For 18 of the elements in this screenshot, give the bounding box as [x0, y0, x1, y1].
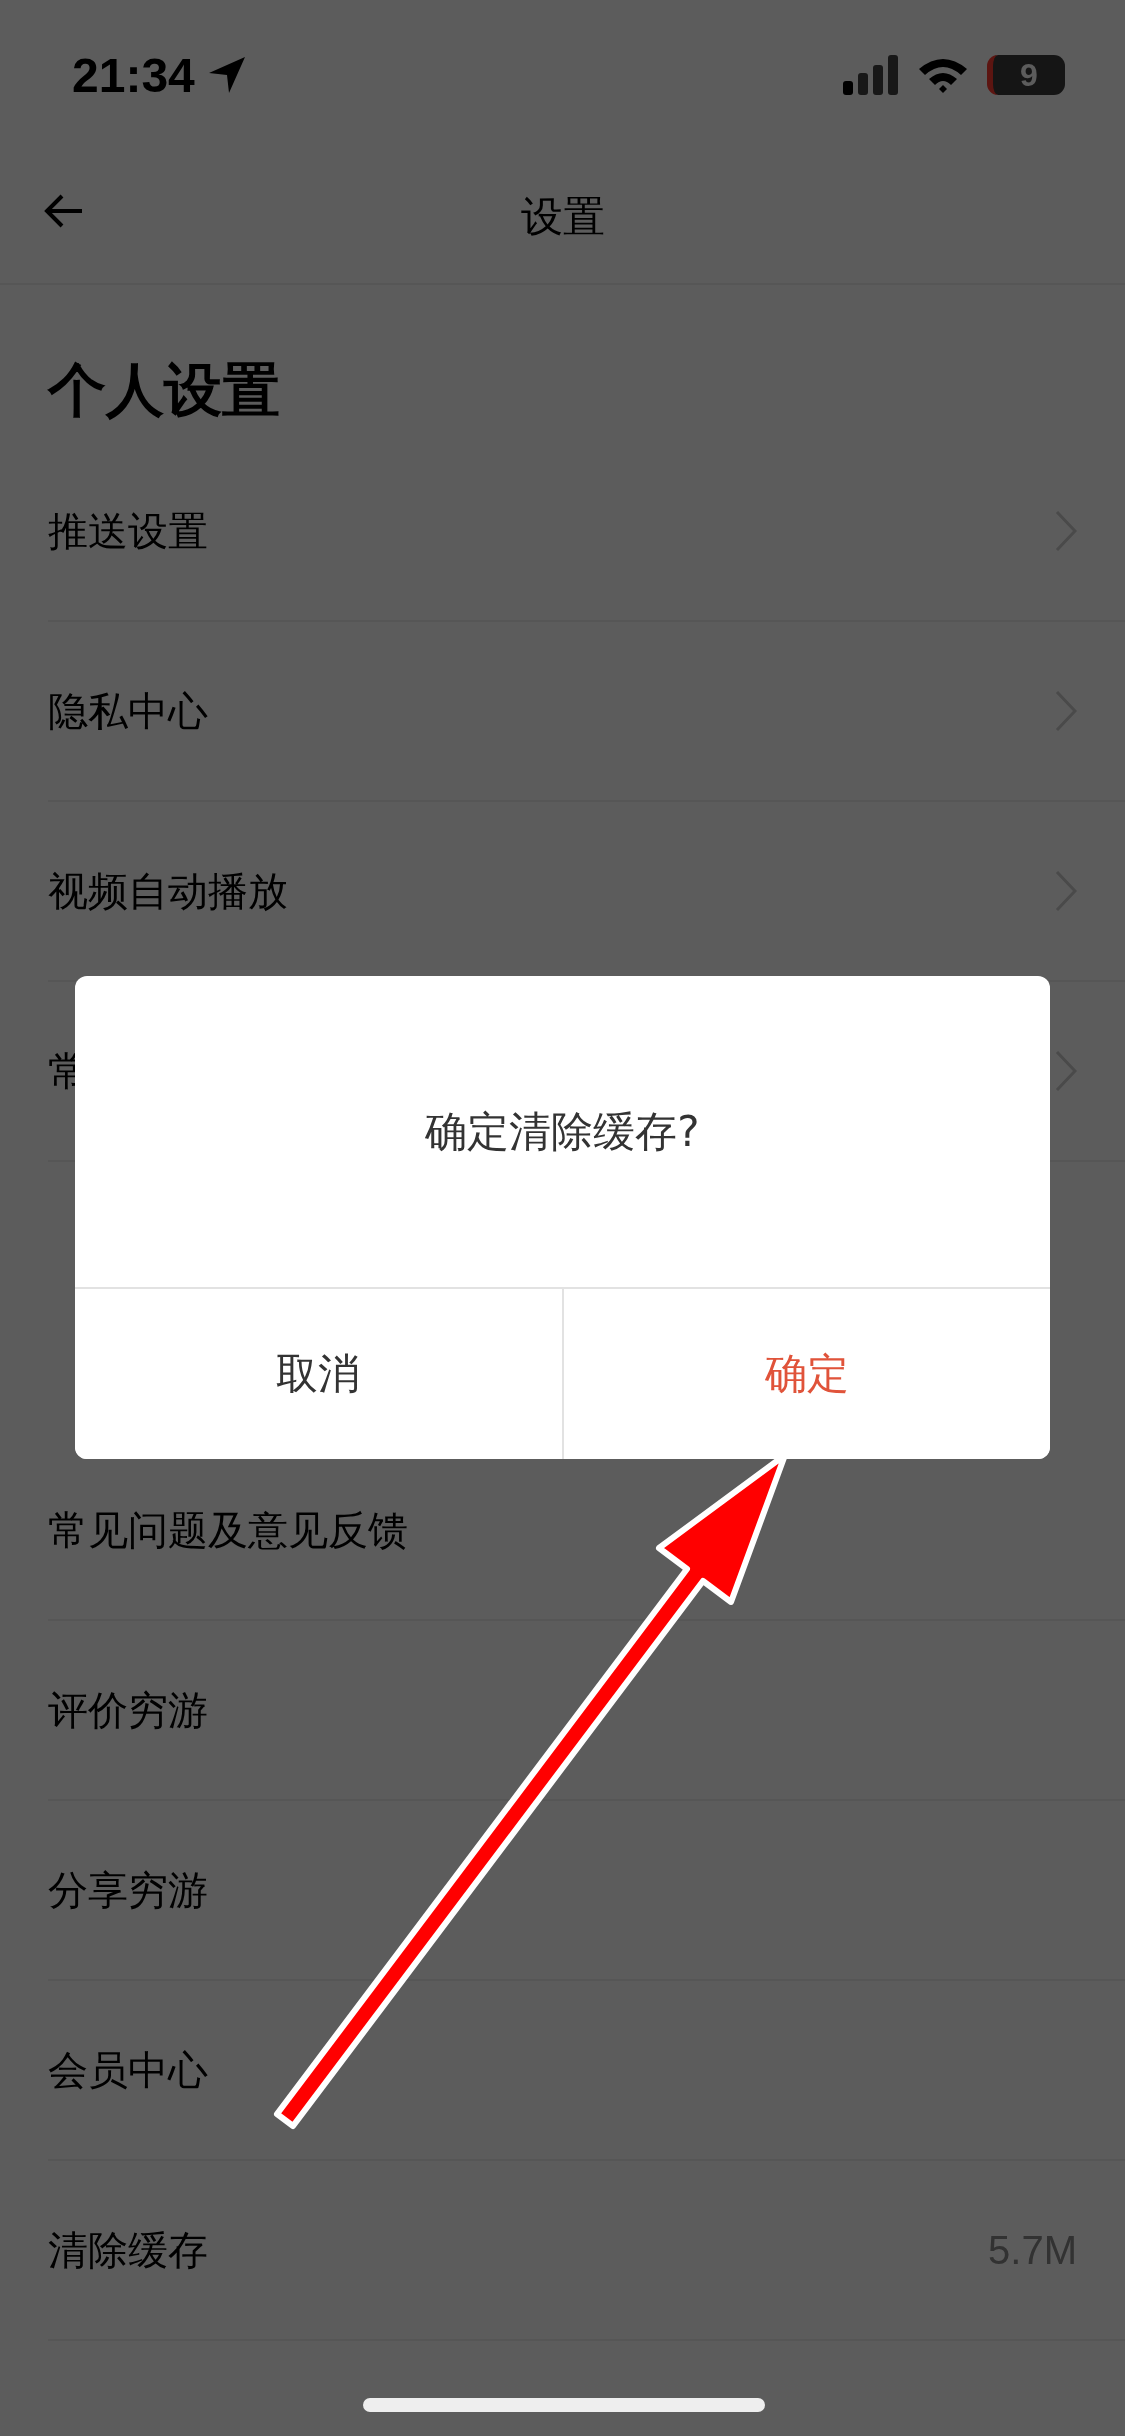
row-label: 推送设置 — [48, 506, 209, 556]
row-label: 会员中心 — [48, 2045, 209, 2095]
row-label: 视频自动播放 — [48, 866, 289, 916]
signal-icon — [843, 55, 899, 95]
status-time: 21:34 — [72, 47, 195, 103]
row-label: 隐私中心 — [48, 686, 209, 736]
row-label: 清除缓存 — [48, 2225, 209, 2275]
page-title: 设置 — [520, 190, 605, 243]
battery-icon: 9 — [987, 55, 1065, 95]
settings-row[interactable]: 推送设置 — [48, 442, 1125, 622]
row-label: 常见问题及意见反馈 — [48, 1505, 409, 1555]
section-heading: 个人设置 — [48, 355, 280, 426]
confirm-button[interactable]: 确定 — [561, 1289, 1050, 1459]
back-arrow-icon[interactable] — [44, 194, 84, 228]
dialog-message: 确定清除缓存? — [425, 1105, 700, 1158]
row-label: 评价穷游 — [48, 1685, 209, 1735]
row-label: 分享穷游 — [48, 1865, 209, 1915]
settings-row[interactable]: 隐私中心 — [48, 622, 1125, 802]
